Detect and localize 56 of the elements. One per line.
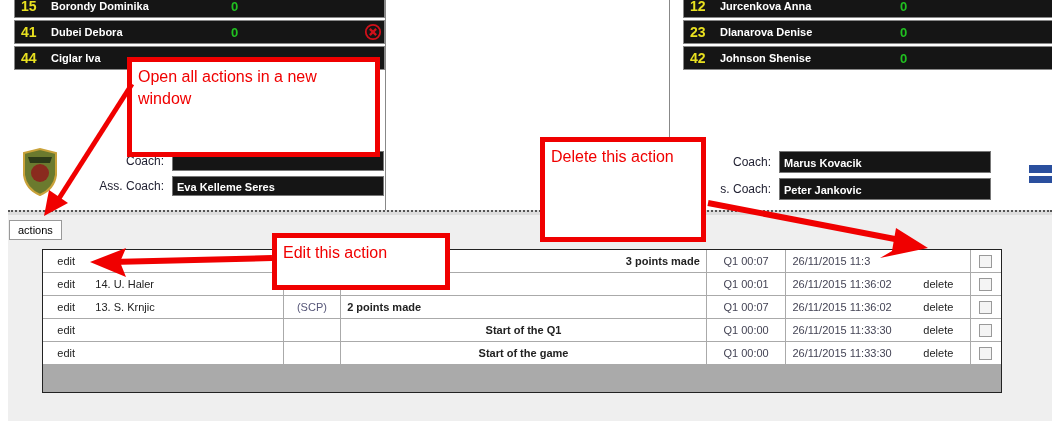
player-name: Dubei Debora [51, 26, 124, 38]
date-cell: 26/11/2015 11:33:30 [792, 324, 892, 336]
player-number: 15 [20, 0, 38, 14]
player-name: Dlanarova Denise [720, 26, 814, 38]
player-name: Ciglar Iva [51, 52, 102, 64]
row-checkbox[interactable] [979, 323, 993, 337]
coach-field: Marus Kovacik [779, 151, 991, 173]
time-cell: Q1 00:00 [723, 324, 769, 336]
row-checkbox[interactable] [979, 300, 993, 314]
player-points: 0 [231, 24, 239, 40]
edit-link[interactable]: edit [57, 301, 76, 313]
tag-cell: (SCP) [296, 301, 327, 313]
coach-label: Coach: [731, 155, 772, 169]
callout-box: Open all actions in a new window [127, 57, 380, 157]
player-name: Johnson Shenise [720, 52, 813, 64]
player-number: 23 [689, 24, 707, 40]
assistant-coach-field: Eva Kelleme Seres [172, 176, 384, 196]
player-number: 42 [689, 50, 707, 66]
action-cell: Start of the game [478, 347, 569, 359]
player-cell: 13. S. Krnjic [95, 301, 155, 313]
date-cell: 26/11/2015 11:36:02 [792, 301, 892, 313]
edit-link[interactable]: edit [57, 278, 76, 290]
action-cell: 3 points made [625, 255, 700, 267]
player-points: 0 [900, 0, 908, 14]
team-logo-drawing [20, 147, 60, 197]
assistant-coach-label: Ass. Coach: [98, 179, 165, 193]
player-points: 0 [900, 50, 908, 66]
player-cell: 14. U. Haler [95, 278, 155, 290]
action-cell: 2 points made [347, 301, 422, 313]
player-points: 0 [231, 0, 239, 14]
player-number: 44 [20, 50, 38, 66]
player-number: 12 [689, 0, 707, 14]
player-number: 41 [20, 24, 38, 40]
time-cell: Q1 00:00 [723, 347, 769, 359]
date-cell: 26/11/2015 11:3 [792, 255, 871, 267]
edit-link[interactable]: edit [57, 324, 76, 336]
time-cell: Q1 00:01 [723, 278, 769, 290]
player-name: Borondy Dominika [51, 0, 150, 12]
player-points: 0 [900, 24, 908, 40]
assistant-coach-field: Peter Jankovic [779, 178, 991, 200]
edit-link[interactable]: edit [57, 347, 76, 359]
row-checkbox[interactable] [979, 254, 993, 268]
callout-box: Edit this action [272, 233, 450, 290]
time-cell: Q1 00:07 [723, 301, 769, 313]
row-checkbox[interactable] [979, 346, 993, 360]
assistant-coach-label: s. Coach: [719, 182, 772, 196]
actions-button[interactable]: actions [9, 220, 62, 240]
callout-box: Delete this action [540, 137, 706, 242]
edit-link[interactable]: edit [57, 255, 76, 267]
row-checkbox[interactable] [979, 277, 993, 291]
date-cell: 26/11/2015 11:36:02 [792, 278, 892, 290]
player-name: Jurcenkova Anna [720, 0, 813, 12]
remove-icon[interactable] [364, 23, 382, 41]
date-cell: 26/11/2015 11:33:30 [792, 347, 892, 359]
action-cell: Start of the Q1 [485, 324, 562, 336]
time-cell: Q1 00:07 [723, 255, 769, 267]
